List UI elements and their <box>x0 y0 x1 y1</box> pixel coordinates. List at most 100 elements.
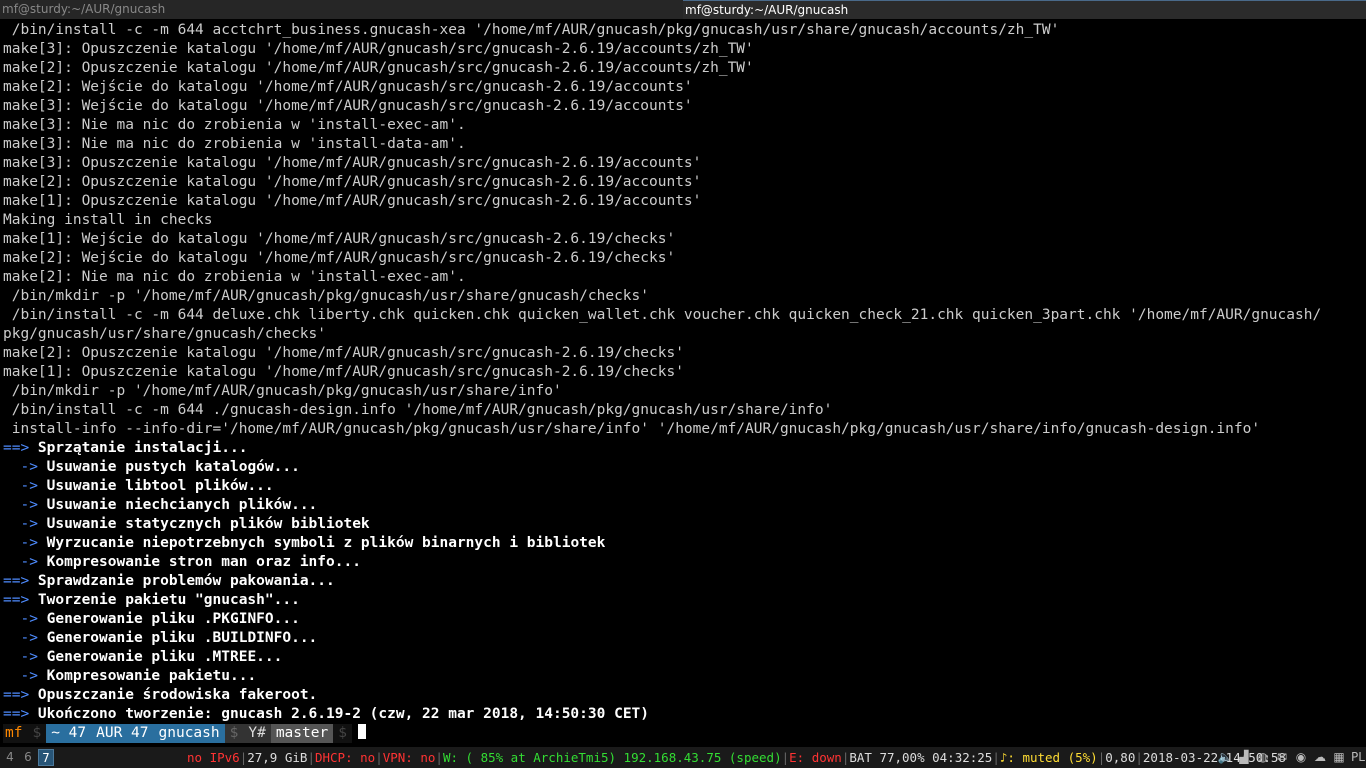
line-text: make[2]: Nie ma nic do zrobienia w 'inst… <box>3 269 466 285</box>
terminal-line: make[2]: Opuszczenie katalogu '/home/mf/… <box>3 59 1365 78</box>
line-text: /bin/install -c -m 644 deluxe.chk libert… <box>3 307 1322 323</box>
keyboard-layout-icon[interactable]: PL <box>1350 749 1366 765</box>
terminal-line: make[2]: Opuszczenie katalogu '/home/mf/… <box>3 344 1365 363</box>
tab-bar: mf@sturdy:~/AUR/gnucash mf@sturdy:~/AUR/… <box>0 0 1366 19</box>
prompt-separator: $ <box>27 724 47 743</box>
line-text: make[3]: Wejście do katalogu '/home/mf/A… <box>3 98 693 114</box>
terminal-output[interactable]: /bin/install -c -m 644 acctchrt_business… <box>3 21 1365 745</box>
status-item: ♪: muted (5%) <box>999 750 1098 765</box>
line-text: Generowanie pliku .MTREE... <box>46 649 283 665</box>
text-cursor <box>357 724 366 739</box>
line-text: make[2]: Opuszczenie katalogu '/home/mf/… <box>3 60 754 76</box>
checker-icon[interactable]: ▦ <box>1331 749 1347 765</box>
line-prefix: -> <box>3 554 47 570</box>
workspace-button-6[interactable]: 6 <box>20 749 36 766</box>
terminal-line: -> Wyrzucanie niepotrzebnych symboli z p… <box>3 534 1365 553</box>
terminal-line: make[2]: Wejście do katalogu '/home/mf/A… <box>3 78 1365 97</box>
line-text: make[1]: Opuszczenie katalogu '/home/mf/… <box>3 193 702 209</box>
line-text: Generowanie pliku .BUILDINFO... <box>46 630 318 646</box>
status-separator: | <box>992 750 1000 765</box>
line-text: Ukończono tworzenie: gnucash 2.6.19-2 (c… <box>37 706 650 722</box>
line-prefix: -> <box>3 459 47 475</box>
workspace-button-7[interactable]: 7 <box>38 749 54 766</box>
line-text: make[3]: Nie ma nic do zrobienia w 'inst… <box>3 136 466 152</box>
speaker-icon[interactable]: 🔈 <box>1217 749 1233 765</box>
terminal-line: make[3]: Wejście do katalogu '/home/mf/A… <box>3 97 1365 116</box>
signal-icon[interactable]: ▟ <box>1236 749 1252 765</box>
status-separator: | <box>375 750 383 765</box>
prompt-git-status: Y# <box>243 724 271 743</box>
terminal-line: ==> Sprzątanie instalacji... <box>3 439 1365 458</box>
line-text: Usuwanie libtool plików... <box>46 478 274 494</box>
line-prefix: ==> <box>3 440 38 456</box>
line-text: make[3]: Opuszczenie katalogu '/home/mf/… <box>3 155 702 171</box>
status-item: DHCP: no <box>314 750 376 765</box>
line-text: Usuwanie pustych katalogów... <box>46 459 300 475</box>
mail-icon[interactable]: ✉ <box>1274 749 1290 765</box>
tab-terminal-1[interactable]: mf@sturdy:~/AUR/gnucash <box>0 0 683 19</box>
line-prefix: -> <box>3 497 47 513</box>
tab-terminal-2[interactable]: mf@sturdy:~/AUR/gnucash <box>683 0 1366 19</box>
line-text: Sprzątanie instalacji... <box>37 440 248 456</box>
terminal-line: -> Usuwanie niechcianych plików... <box>3 496 1365 515</box>
prompt-aur-dir: AUR 47 <box>91 724 154 743</box>
terminal-line: ==> Opuszczanie środowiska fakeroot. <box>3 686 1365 705</box>
terminal-line: make[1]: Opuszczenie katalogu '/home/mf/… <box>3 363 1365 382</box>
status-items: no IPv6|27,9 GiB|DHCP: no|VPN: no|W: ( 8… <box>187 747 1286 768</box>
system-tray: 🔈 ▟ ◍ ✉ ◉ ☁ ▦ PL <box>1217 749 1366 766</box>
status-item: BAT 77,00% 04:32:25 <box>849 750 993 765</box>
terminal-line: make[3]: Nie ma nic do zrobienia w 'inst… <box>3 135 1365 154</box>
line-text: install-info --info-dir='/home/mf/AUR/gn… <box>3 421 1261 437</box>
terminal-line: -> Usuwanie statycznych plików bibliotek <box>3 515 1365 534</box>
line-text: make[1]: Opuszczenie katalogu '/home/mf/… <box>3 364 684 380</box>
status-item: 27,9 GiB <box>247 750 308 765</box>
terminal-line: ==> Ukończono tworzenie: gnucash 2.6.19-… <box>3 705 1365 724</box>
status-item: no IPv6 <box>187 750 240 765</box>
terminal-line: make[3]: Opuszczenie katalogu '/home/mf/… <box>3 154 1365 173</box>
terminal-line: -> Usuwanie pustych katalogów... <box>3 458 1365 477</box>
line-prefix: -> <box>3 649 47 665</box>
line-prefix: -> <box>3 535 47 551</box>
prompt-home-dir: ~ 47 <box>46 724 92 743</box>
terminal-line: pkg/gnucash/usr/share/gnucash/checks' <box>3 325 1365 344</box>
network-icon[interactable]: ◍ <box>1255 749 1271 765</box>
status-item: E: down <box>789 750 842 765</box>
line-text: make[1]: Wejście do katalogu '/home/mf/A… <box>3 231 676 247</box>
terminal-line: -> Generowanie pliku .PKGINFO... <box>3 610 1365 629</box>
prompt-user: mf <box>3 724 28 743</box>
line-text: Kompresowanie pakietu... <box>46 668 257 684</box>
line-text: make[3]: Opuszczenie katalogu '/home/mf/… <box>3 41 754 57</box>
line-prefix: ==> <box>3 592 38 608</box>
cloud-icon[interactable]: ☁ <box>1312 749 1328 765</box>
line-text: Making install in checks <box>3 212 213 228</box>
line-text: Usuwanie statycznych plików bibliotek <box>46 516 370 532</box>
line-text: make[2]: Wejście do katalogu '/home/mf/A… <box>3 250 676 266</box>
line-text: make[2]: Wejście do katalogu '/home/mf/A… <box>3 79 693 95</box>
terminal-line: ==> Tworzenie pakietu "gnucash"... <box>3 591 1365 610</box>
terminal-line: /bin/mkdir -p '/home/mf/AUR/gnucash/pkg/… <box>3 382 1365 401</box>
line-prefix: -> <box>3 478 47 494</box>
line-text: Sprawdzanie problemów pakowania... <box>37 573 335 589</box>
status-separator: | <box>1135 750 1143 765</box>
status-separator: | <box>781 750 790 765</box>
prompt-git-branch: master <box>270 724 334 743</box>
status-item: VPN: no <box>382 750 436 765</box>
terminal-line: make[2]: Nie ma nic do zrobienia w 'inst… <box>3 268 1365 287</box>
terminal-line: -> Usuwanie libtool plików... <box>3 477 1365 496</box>
line-text: pkg/gnucash/usr/share/gnucash/checks' <box>3 326 327 342</box>
prompt-separator: $ <box>224 724 244 743</box>
line-prefix: -> <box>3 516 47 532</box>
prompt-line[interactable]: mf $ ~ 47 AUR 47 gnucash $ Y# master $ <box>3 724 1365 743</box>
line-prefix: ==> <box>3 573 38 589</box>
line-text: /bin/install -c -m 644 ./gnucash-design.… <box>3 402 833 418</box>
discord-icon[interactable]: ◉ <box>1293 749 1309 765</box>
workspace-button-4[interactable]: 4 <box>2 749 18 766</box>
line-text: /bin/mkdir -p '/home/mf/AUR/gnucash/pkg/… <box>3 383 562 399</box>
terminal-line: /bin/install -c -m 644 deluxe.chk libert… <box>3 306 1365 325</box>
line-text: make[2]: Opuszczenie katalogu '/home/mf/… <box>3 345 684 361</box>
line-prefix: -> <box>3 611 47 627</box>
terminal-line: -> Kompresowanie stron man oraz info... <box>3 553 1365 572</box>
line-text: Kompresowanie stron man oraz info... <box>46 554 361 570</box>
line-text: Tworzenie pakietu "gnucash"... <box>37 592 300 608</box>
terminal-line: /bin/mkdir -p '/home/mf/AUR/gnucash/pkg/… <box>3 287 1365 306</box>
